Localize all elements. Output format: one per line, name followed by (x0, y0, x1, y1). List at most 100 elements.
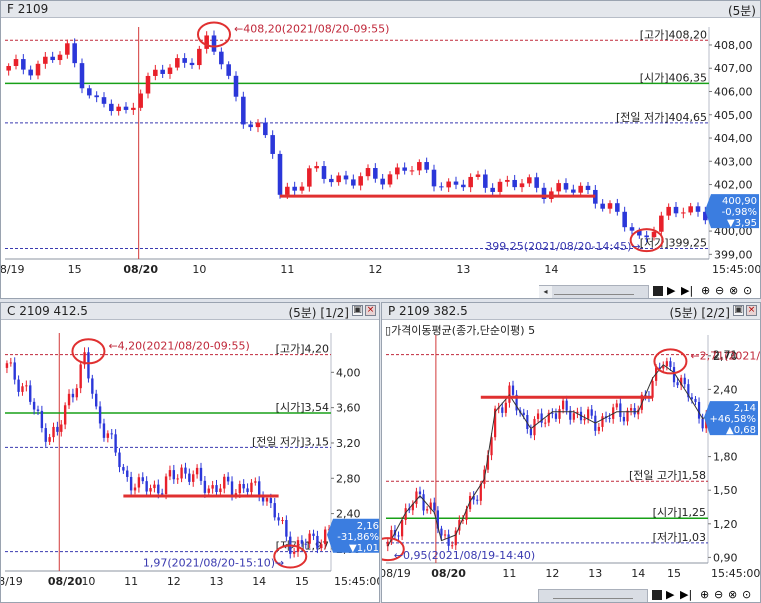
candle-body (153, 69, 158, 76)
candle-body (67, 393, 71, 406)
candle-body (277, 153, 283, 195)
candle-body (400, 520, 404, 537)
zoom-out-icon[interactable]: ⊖ (714, 588, 723, 601)
zoom-fit-icon[interactable]: ⊙ (742, 588, 751, 601)
candle-body (358, 176, 363, 186)
candle-body (25, 385, 28, 387)
candle-body (504, 402, 507, 413)
candle-body (219, 51, 224, 65)
candle-body (629, 227, 635, 231)
candle-body (534, 177, 539, 188)
candle-body (56, 426, 59, 432)
candle-body (397, 535, 400, 537)
candle-body (417, 162, 422, 171)
current-pct: -0,98% (722, 207, 757, 218)
y-tick-label: 0,90 (713, 551, 738, 564)
candle-body (164, 476, 168, 495)
x-tick-label: 08/20 (123, 263, 158, 276)
candle-body (189, 62, 195, 66)
y-tick-label: 2,80 (336, 472, 361, 485)
play-icon[interactable]: ▶ (667, 284, 675, 297)
zoom-in-icon[interactable]: ⊕ (701, 284, 710, 297)
candle-body (572, 413, 575, 420)
x-tick-label: 10 (192, 263, 206, 276)
x-tick-label: 08/19 (1, 575, 23, 588)
candle-body (446, 181, 451, 188)
candle-body (50, 56, 55, 61)
high-note: ←408,20(2021/08/20-09:55) (234, 22, 389, 35)
candle-body (497, 181, 503, 192)
scroll-left-icon[interactable]: ◂ (539, 286, 552, 298)
candle-body (601, 416, 604, 427)
time-scrollbar[interactable]: ◂ (539, 285, 649, 298)
candle-body (230, 481, 234, 496)
x-tick-label: 08/19 (1, 263, 25, 276)
zoom-in-icon[interactable]: ⊕ (700, 588, 709, 601)
candle-body (329, 178, 334, 183)
candle-body (505, 179, 510, 182)
x-tick-label: 11 (124, 575, 138, 588)
zoom-out-icon[interactable]: ⊖ (715, 284, 724, 297)
stop-icon[interactable] (653, 286, 663, 296)
candle-body (248, 124, 253, 128)
candle-body (565, 400, 568, 411)
candle-body (387, 174, 393, 185)
candle-body (109, 103, 114, 112)
y-tick-label: 404,00 (714, 132, 753, 145)
candle-body (133, 487, 137, 491)
candle-body (619, 403, 622, 417)
candle-body (91, 378, 94, 394)
y-tick-label: 407,00 (714, 62, 753, 75)
candle-body (168, 470, 172, 477)
x-end-label: 15:45:00 (712, 263, 761, 276)
candle-body (197, 48, 202, 66)
play-end-icon[interactable]: ▶| (680, 588, 692, 601)
candle-body (192, 474, 195, 482)
current-pct: +46,58% (709, 414, 756, 425)
put-candlestick-chart[interactable]: 2,702,402,101,801,501,200,90[전일 고가]1,58[… (382, 303, 761, 603)
playback-controls: ▶ ▶| ⊕ ⊖ ⊗ ⊙ (652, 588, 760, 602)
low-note: 399,25(2021/08/20-14:45)→ (485, 240, 640, 253)
candle-body (529, 428, 533, 436)
candle-body (312, 533, 315, 536)
stop-icon[interactable] (652, 590, 662, 600)
candle-body (40, 410, 44, 429)
x-tick-label: 14 (631, 567, 645, 580)
call-candlestick-chart[interactable]: 4,003,603,202,802,402,00[고가]4,20[시가]3,54… (1, 303, 380, 603)
y-tick-label: 405,00 (714, 109, 753, 122)
chart-panel-top: F 2109 (5분) 408,00 407,00 406,00 405,00 404,… (0, 0, 761, 299)
candle-body (57, 54, 63, 61)
candle-body (153, 484, 156, 489)
candle-body (563, 183, 569, 190)
candle-body (28, 69, 33, 76)
candle-body (395, 167, 400, 175)
play-icon[interactable]: ▶ (666, 588, 674, 601)
candle-body (188, 473, 191, 482)
candle-body (508, 385, 511, 403)
current-price: 2,14 (734, 403, 756, 414)
candle-body (233, 75, 239, 97)
candle-body (475, 174, 481, 177)
candle-body (292, 186, 297, 191)
play-end-icon[interactable]: ▶| (681, 284, 693, 297)
candle-body (204, 35, 209, 49)
candle-body (426, 509, 429, 511)
candle-body (167, 67, 173, 74)
futures-candlestick-chart[interactable]: 408,00 407,00 406,00 405,00 404,00 403,00 402,… (1, 1, 761, 299)
x-tick-label: 15 (295, 575, 309, 588)
x-end-label: 15:45:00 (711, 567, 760, 580)
candle-body (211, 485, 214, 489)
candle-body (285, 186, 290, 195)
zoom-reset-icon[interactable]: ⊗ (729, 284, 738, 297)
candle-body (98, 406, 102, 424)
candle-body (203, 480, 207, 493)
candle-body (439, 186, 444, 188)
candle-body (149, 488, 152, 492)
candle-body (533, 418, 536, 436)
candle-body (380, 178, 385, 185)
zoom-reset-icon[interactable]: ⊗ (728, 588, 737, 601)
zoom-fit-icon[interactable]: ⊙ (743, 284, 752, 297)
candle-body (21, 386, 24, 392)
candle-body (180, 467, 183, 479)
time-scrollbar[interactable] (538, 589, 648, 602)
